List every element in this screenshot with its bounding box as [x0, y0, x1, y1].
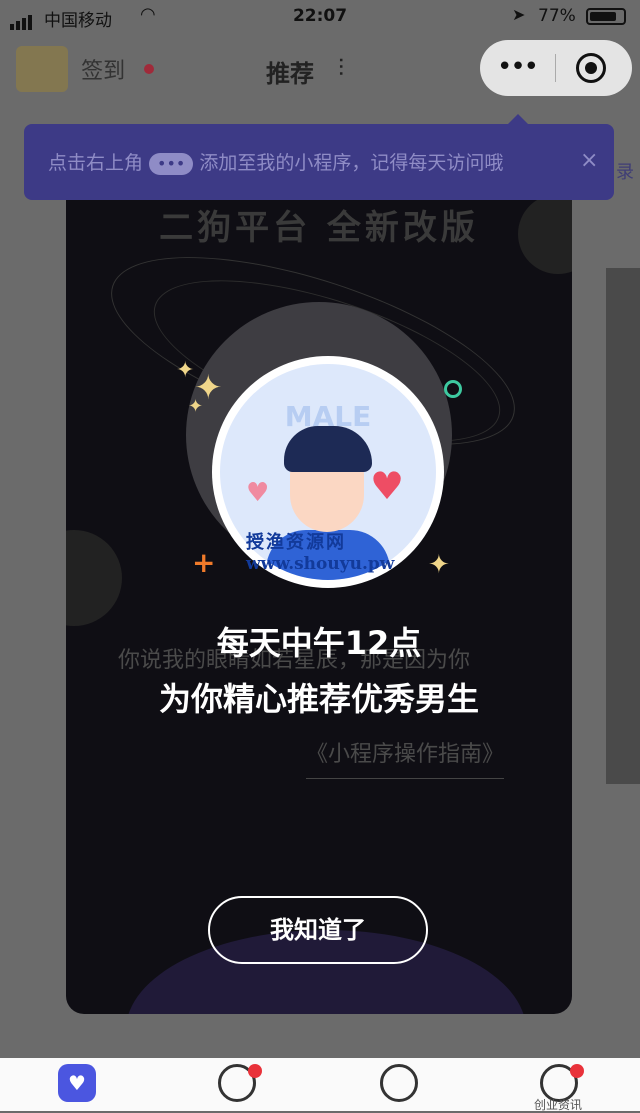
tab-recommend[interactable]: ♥	[58, 1064, 98, 1104]
signin-button[interactable]: 签到	[16, 46, 155, 92]
guide-title: 《小程序操作指南》	[306, 736, 505, 779]
background-card	[606, 268, 640, 784]
close-icon[interactable]: ×	[580, 148, 598, 173]
battery-icon	[586, 8, 626, 25]
watermark-text: 授渔资源网	[246, 532, 346, 553]
plus-icon: +	[192, 546, 216, 579]
onboarding-modal: 二狗平台 全新改版 ✦ ✦ ✦ MALE ♥ ♥ ✦ + 授渔资源网 www.s…	[66, 130, 572, 1014]
sparkle-icon: ✦	[188, 396, 204, 417]
miniprogram-capsule: •••	[480, 40, 632, 96]
more-pill-icon: •••	[149, 152, 194, 175]
page-title: 推荐	[266, 60, 314, 88]
sparkle-icon: ✦	[428, 550, 450, 580]
more-menu-button[interactable]: •••	[480, 52, 554, 82]
signin-label: 签到	[81, 59, 126, 84]
modal-message-line2: 为你精心推荐优秀男生	[158, 680, 479, 718]
target-icon[interactable]	[576, 53, 606, 83]
status-bar: 中国移动 ◠ 22:07 ➤ 77%	[0, 0, 640, 34]
watermark-url: www.shouyu.pw	[246, 554, 395, 574]
heart-shield-icon: ♥	[58, 1064, 96, 1102]
decor-ball-left	[66, 530, 122, 626]
location-arrow-icon: ➤	[512, 5, 526, 24]
heart-icon: ♥	[246, 478, 270, 508]
tab-badge	[248, 1064, 262, 1078]
heart-icon: ♥	[370, 464, 405, 508]
sparkle-icon: ✦	[176, 358, 195, 383]
capsule-divider	[555, 54, 556, 82]
add-to-miniprogram-tip: 点击右上角 ••• 添加至我的小程序，记得每天访问哦 ×	[24, 114, 614, 200]
signin-badge	[144, 64, 155, 74]
tip-text: 点击右上角 ••• 添加至我的小程序，记得每天访问哦	[48, 148, 503, 175]
tab-discover[interactable]	[218, 1064, 262, 1104]
ghost-face-icon	[380, 1064, 418, 1102]
footer-watermark: 创业资讯	[534, 1098, 583, 1112]
modal-message-line1: 每天中午12点	[216, 624, 422, 662]
modal-headline: 二狗平台 全新改版	[159, 208, 479, 248]
tab-messages[interactable]	[380, 1064, 420, 1104]
tip-text-before: 点击右上角	[48, 152, 144, 174]
ring-icon	[444, 380, 462, 398]
battery-percent: 77%	[538, 6, 576, 26]
tab-badge	[570, 1064, 584, 1078]
signin-icon	[16, 46, 68, 92]
side-text: 录	[616, 162, 634, 183]
top-nav: 签到 推荐 ⫶ •••	[0, 36, 640, 108]
got-it-button[interactable]: 我知道了	[208, 896, 428, 964]
sliders-icon[interactable]: ⫶	[338, 54, 344, 82]
tip-text-after: 添加至我的小程序，记得每天访问哦	[199, 152, 504, 174]
